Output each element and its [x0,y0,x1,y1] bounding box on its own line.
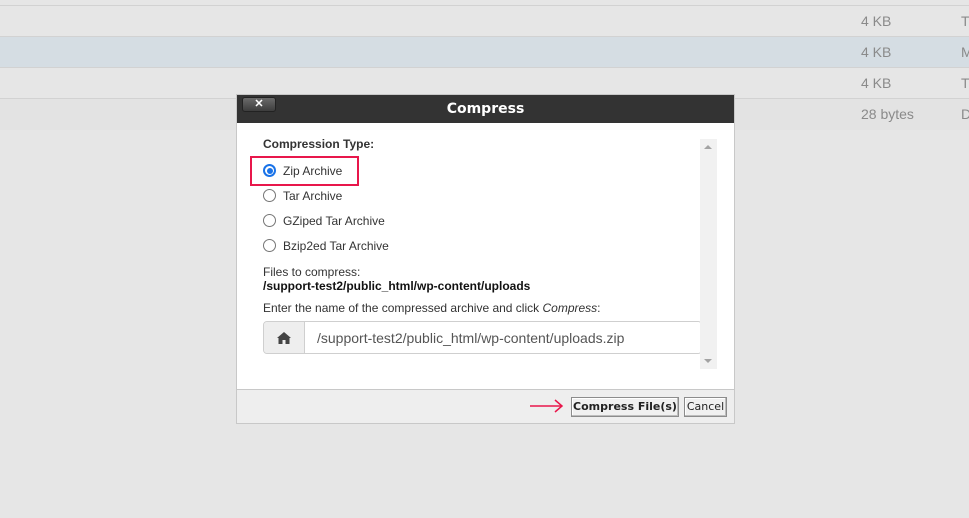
radio-label: Bzip2ed Tar Archive [283,238,389,253]
archive-name-group [263,321,702,354]
radio-button[interactable] [263,189,276,202]
compression-type-label: Compression Type: [263,137,375,151]
radio-tar-archive[interactable]: Tar Archive [263,183,734,208]
radio-zip-archive[interactable]: Zip Archive [250,156,734,186]
radio-bzip2ed-tar-archive[interactable]: Bzip2ed Tar Archive [263,233,734,258]
arrow-right-icon [530,399,564,413]
file-type: D [961,106,969,122]
close-icon: ✕ [254,98,264,110]
file-type: M [961,44,969,60]
home-icon [277,331,291,344]
radio-button[interactable] [263,239,276,252]
radio-button[interactable] [263,164,276,177]
radio-button[interactable] [263,214,276,227]
home-addon [264,322,305,353]
radio-gziped-tar-archive[interactable]: GZiped Tar Archive [263,208,734,233]
archive-name-label: Enter the name of the compressed archive… [263,301,734,315]
radio-label: Tar Archive [283,188,343,203]
compress-files-button[interactable]: Compress File(s) [571,397,679,417]
dialog-scrollbar[interactable] [700,139,717,369]
table-row[interactable]: 4 KB T [0,6,969,37]
file-type: T [961,75,969,91]
close-button[interactable]: ✕ [242,97,276,112]
file-size: 4 KB [861,13,892,29]
radio-label: GZiped Tar Archive [283,213,385,228]
file-size: 28 bytes [861,106,914,122]
archive-name-label-suffix: : [597,301,601,315]
dialog-body: Compression Type: Zip Archive Tar Archiv… [237,123,734,389]
scroll-up-icon[interactable] [704,145,712,149]
scroll-down-icon[interactable] [704,359,712,363]
files-path: /support-test2/public_html/wp-content/up… [263,279,531,293]
archive-name-label-text: Enter the name of the compressed archive… [263,301,543,315]
radio-label: Zip Archive [283,163,343,178]
files-to-compress-label: Files to compress: [263,265,361,279]
file-size: 4 KB [861,75,892,91]
table-row[interactable]: 4 KB M [0,37,969,68]
compress-dialog: ✕ Compress Compression Type: Zip Archive… [236,94,735,424]
dialog-title: Compress [446,101,525,117]
archive-name-input[interactable] [305,322,701,353]
archive-name-label-emph: Compress [542,301,598,315]
dialog-footer: Compress File(s) Cancel [237,389,734,423]
file-type: T [961,13,969,29]
dialog-header: ✕ Compress [237,95,734,123]
file-size: 4 KB [861,44,892,60]
cancel-button[interactable]: Cancel [684,397,727,417]
